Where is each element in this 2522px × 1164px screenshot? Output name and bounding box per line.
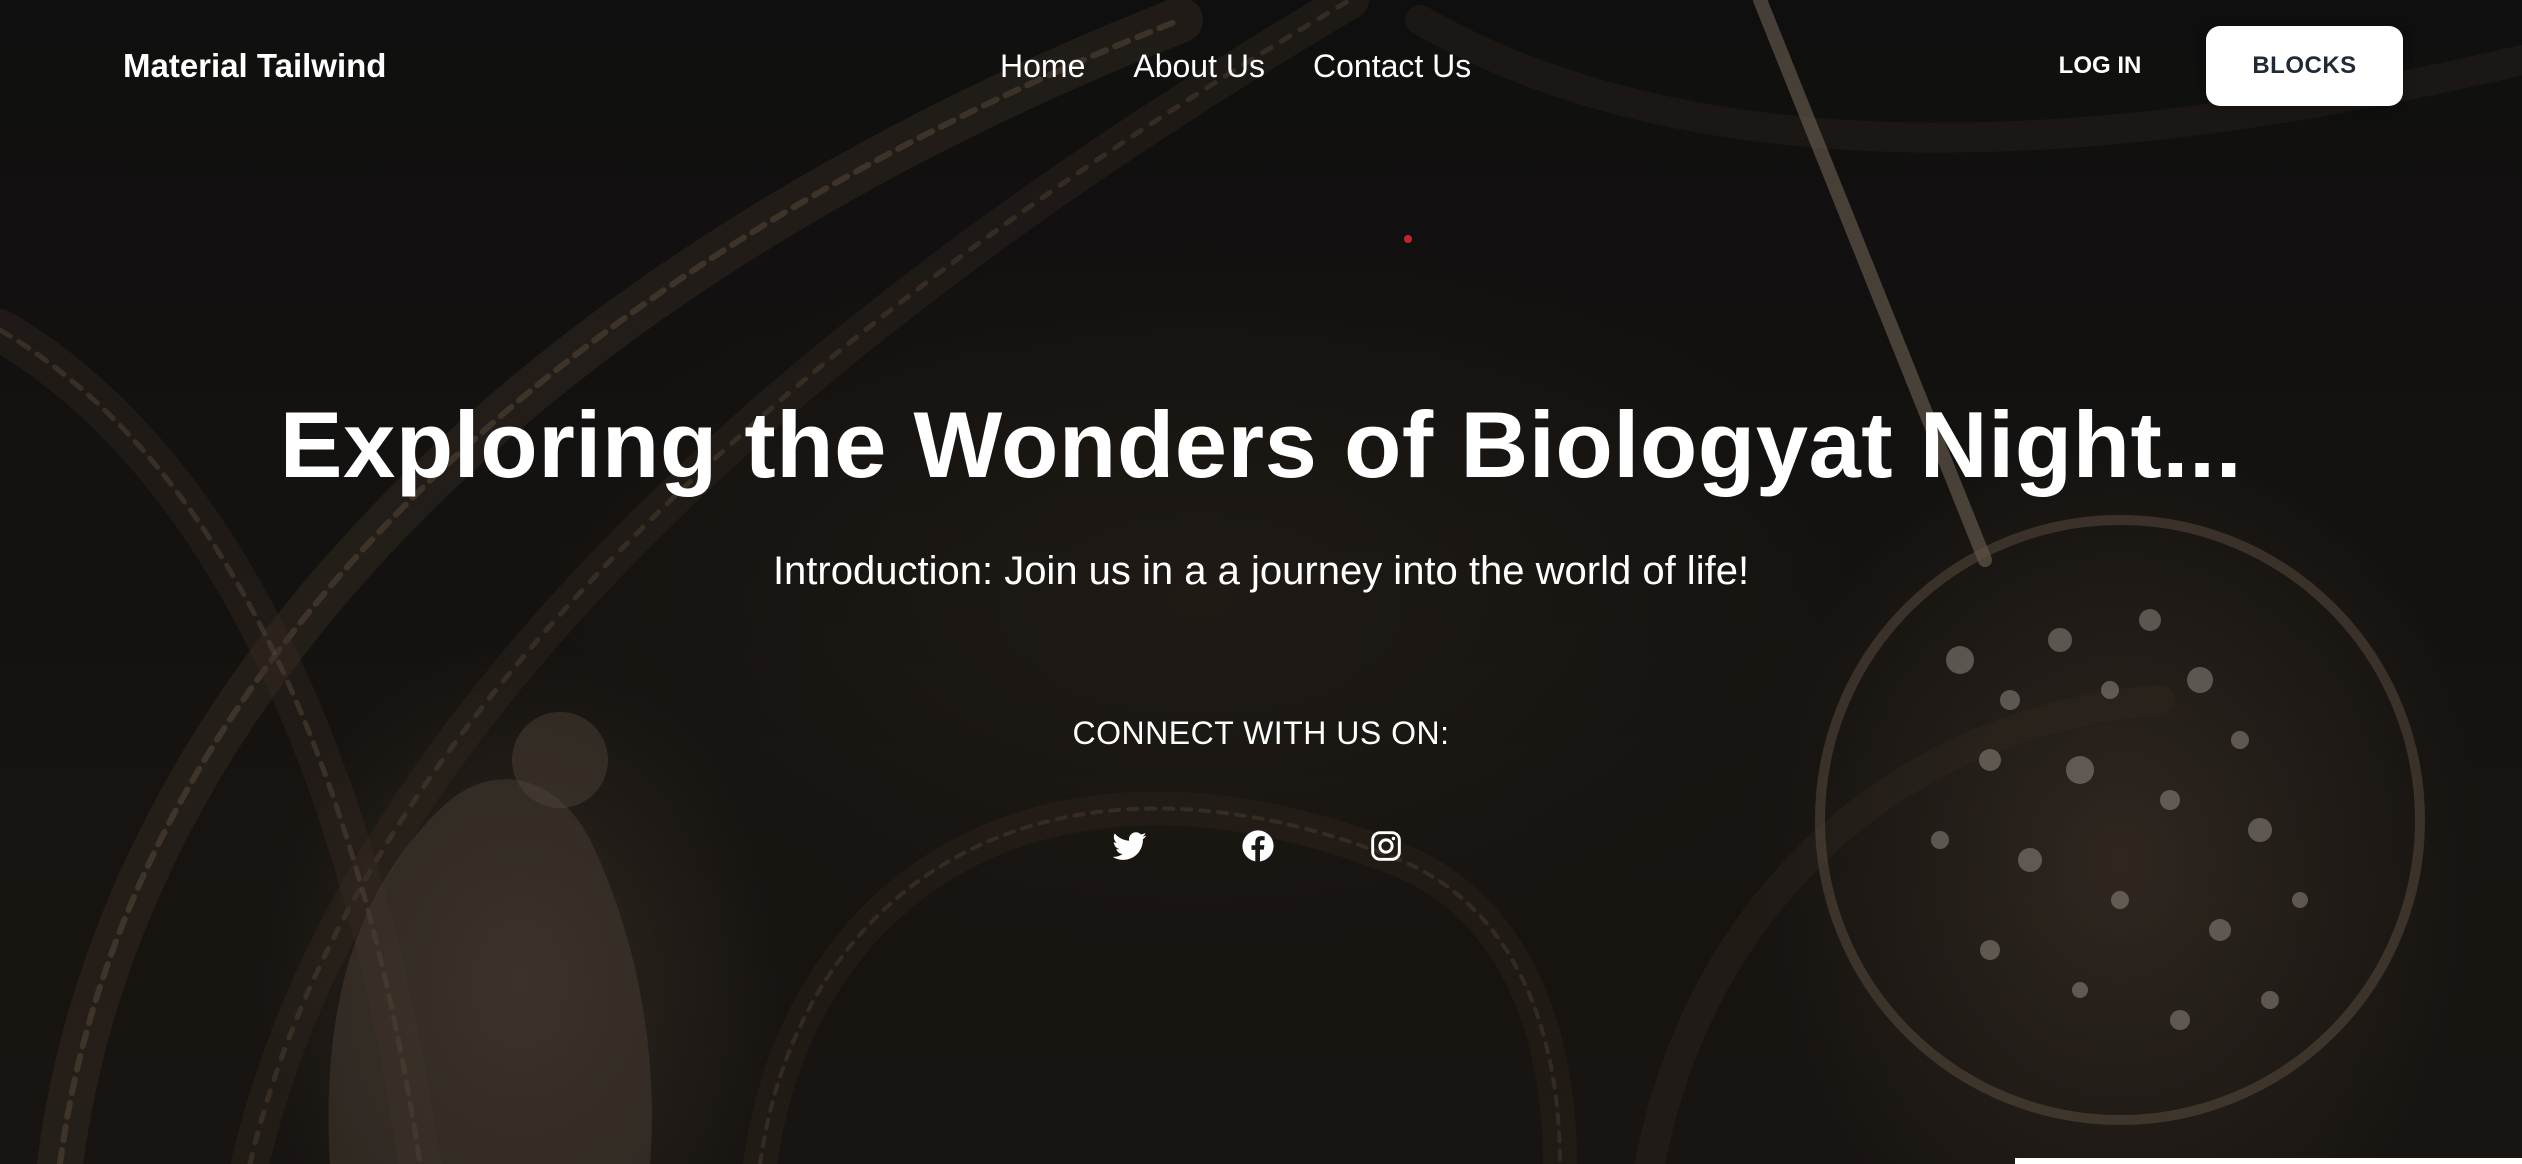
nav-links: Home About Us Contact Us — [1000, 44, 1471, 88]
bottom-edge-strip — [2015, 1158, 2522, 1164]
social-links — [1102, 818, 1432, 874]
blocks-button[interactable]: BLOCKS — [2206, 26, 2403, 106]
navbar: Material Tailwind Home About Us Contact … — [0, 0, 2522, 132]
nav-link-home[interactable]: Home — [1000, 44, 1085, 88]
twitter-icon — [1113, 832, 1147, 860]
hero-subtitle: Introduction: Join us in a a journey int… — [772, 549, 1750, 593]
nav-link-contact-us[interactable]: Contact Us — [1313, 44, 1471, 88]
hero-section: Material Tailwind Home About Us Contact … — [0, 0, 2522, 1164]
accent-dot — [1404, 235, 1412, 243]
facebook-icon — [1242, 830, 1274, 862]
login-button[interactable]: LOG IN — [2040, 26, 2160, 106]
facebook-link[interactable] — [1230, 818, 1286, 874]
connect-label: CONNECT WITH US ON: — [1072, 715, 1450, 751]
instagram-link[interactable] — [1358, 818, 1414, 874]
twitter-link[interactable] — [1102, 818, 1158, 874]
instagram-icon — [1371, 831, 1401, 861]
nav-link-about-us[interactable]: About Us — [1133, 44, 1265, 88]
brand-logo[interactable]: Material Tailwind — [123, 44, 386, 88]
hero-title: Exploring the Wonders of Biologyat Night… — [279, 392, 2243, 497]
